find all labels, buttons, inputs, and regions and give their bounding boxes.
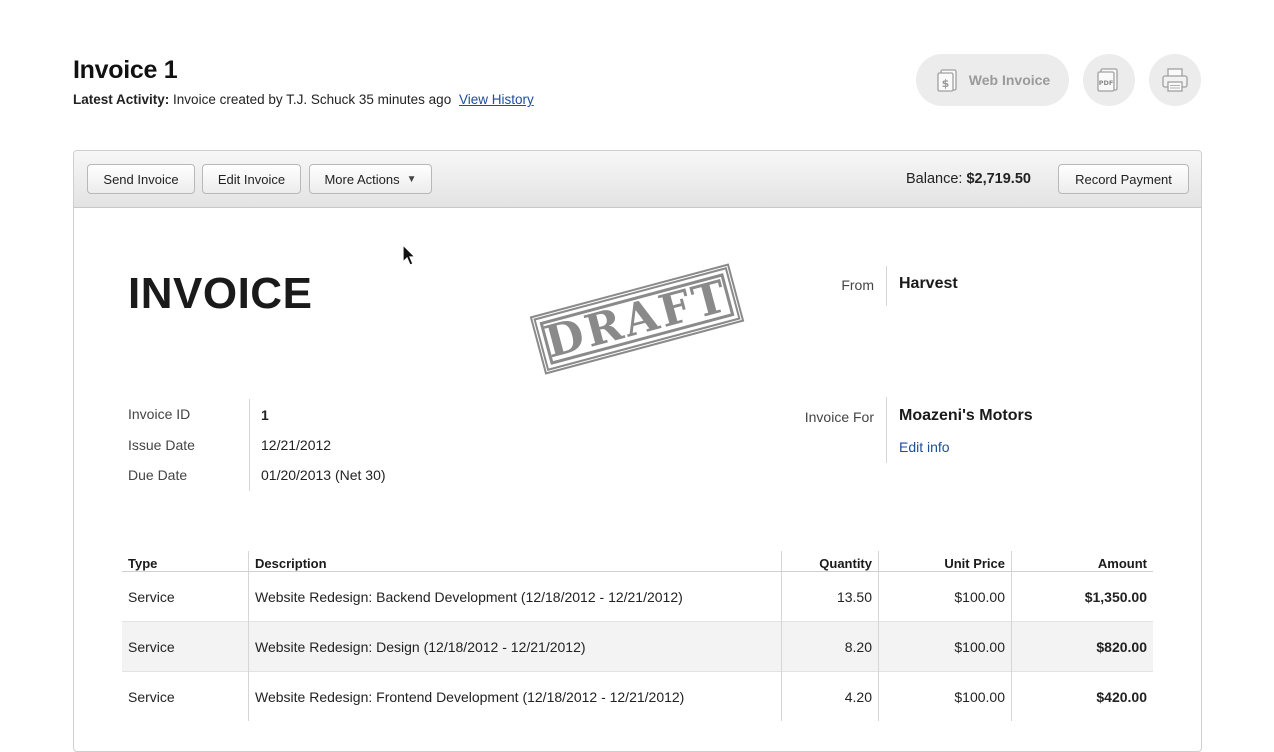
divider bbox=[249, 399, 250, 491]
page-title: Invoice 1 bbox=[73, 56, 178, 84]
balance: Balance: $2,719.50 bbox=[906, 171, 1031, 187]
type-cell: Service bbox=[122, 671, 249, 721]
more-actions-label: More Actions bbox=[324, 171, 400, 187]
record-payment-button[interactable]: Record Payment bbox=[1058, 164, 1189, 194]
latest-activity: Latest Activity: Invoice created by T.J.… bbox=[73, 92, 534, 107]
unit-price-cell: $100.00 bbox=[878, 571, 1012, 622]
table-row: Service Website Redesign: Design (12/18/… bbox=[122, 621, 1153, 672]
description-header: Description bbox=[248, 551, 782, 572]
web-invoice-button[interactable]: $ Web Invoice bbox=[916, 54, 1069, 106]
send-invoice-button[interactable]: Send Invoice bbox=[87, 164, 195, 194]
balance-value: $2,719.50 bbox=[966, 171, 1031, 187]
amount-cell: $1,350.00 bbox=[1011, 571, 1153, 622]
description-cell: Website Redesign: Frontend Development (… bbox=[248, 671, 782, 721]
invoice-id-label: Invoice ID bbox=[128, 406, 191, 422]
due-date-label: Due Date bbox=[128, 467, 188, 483]
balance-label: Balance: bbox=[906, 171, 963, 187]
quantity-cell: 8.20 bbox=[781, 621, 879, 672]
table-row: Service Website Redesign: Backend Develo… bbox=[122, 571, 1153, 622]
invoice-for-label: Invoice For bbox=[804, 409, 874, 425]
pdf-button[interactable]: PDF bbox=[1083, 54, 1135, 106]
description-cell: Website Redesign: Backend Development (1… bbox=[248, 571, 782, 622]
invoice-id-value: 1 bbox=[261, 407, 269, 423]
invoice-card: Send Invoice Edit Invoice More Actions ▼… bbox=[73, 150, 1202, 752]
quantity-cell: 13.50 bbox=[781, 571, 879, 622]
pdf-icon: PDF bbox=[1097, 68, 1118, 92]
invoice-toolbar: Send Invoice Edit Invoice More Actions ▼… bbox=[74, 151, 1201, 208]
edit-info-link[interactable]: Edit info bbox=[899, 439, 950, 455]
svg-text:$: $ bbox=[941, 77, 949, 90]
printer-icon bbox=[1162, 68, 1188, 92]
mouse-pointer-icon bbox=[402, 244, 417, 266]
issue-date-label: Issue Date bbox=[128, 437, 195, 453]
caret-down-icon: ▼ bbox=[406, 173, 417, 185]
draft-stamp: DRAFT bbox=[529, 263, 745, 375]
edit-invoice-button[interactable]: Edit Invoice bbox=[202, 164, 301, 194]
print-button[interactable] bbox=[1149, 54, 1201, 106]
dollar-document-icon: $ bbox=[937, 69, 957, 92]
quantity-cell: 4.20 bbox=[781, 671, 879, 721]
table-header-row: Type Description Quantity Unit Price Amo… bbox=[122, 551, 1153, 572]
unit-price-cell: $100.00 bbox=[878, 621, 1012, 672]
web-invoice-label: Web Invoice bbox=[968, 72, 1051, 88]
latest-activity-label: Latest Activity: bbox=[73, 92, 170, 107]
invoice-for-value: Moazeni's Motors bbox=[899, 407, 1033, 424]
from-label: From bbox=[841, 277, 874, 293]
amount-cell: $820.00 bbox=[1011, 621, 1153, 672]
more-actions-button[interactable]: More Actions ▼ bbox=[309, 164, 432, 194]
view-history-link[interactable]: View History bbox=[459, 92, 534, 107]
pdf-icon-text: PDF bbox=[1099, 79, 1114, 87]
unit-price-header: Unit Price bbox=[878, 551, 1012, 572]
latest-activity-text: Invoice created by T.J. Schuck 35 minute… bbox=[173, 92, 452, 107]
invoice-heading: INVOICE bbox=[128, 269, 313, 318]
unit-price-cell: $100.00 bbox=[878, 671, 1012, 721]
type-cell: Service bbox=[122, 621, 249, 672]
amount-cell: $420.00 bbox=[1011, 671, 1153, 721]
divider bbox=[886, 397, 887, 463]
amount-header: Amount bbox=[1011, 551, 1153, 572]
divider bbox=[886, 266, 887, 306]
line-items-table: Type Description Quantity Unit Price Amo… bbox=[122, 551, 1153, 721]
issue-date-value: 12/21/2012 bbox=[261, 437, 332, 453]
type-cell: Service bbox=[122, 571, 249, 622]
quantity-header: Quantity bbox=[781, 551, 879, 572]
description-cell: Website Redesign: Design (12/18/2012 - 1… bbox=[248, 621, 782, 672]
table-row: Service Website Redesign: Frontend Devel… bbox=[122, 671, 1153, 721]
from-value: Harvest bbox=[899, 275, 958, 292]
type-header: Type bbox=[122, 551, 249, 572]
due-date-value: 01/20/2013 (Net 30) bbox=[261, 467, 386, 483]
